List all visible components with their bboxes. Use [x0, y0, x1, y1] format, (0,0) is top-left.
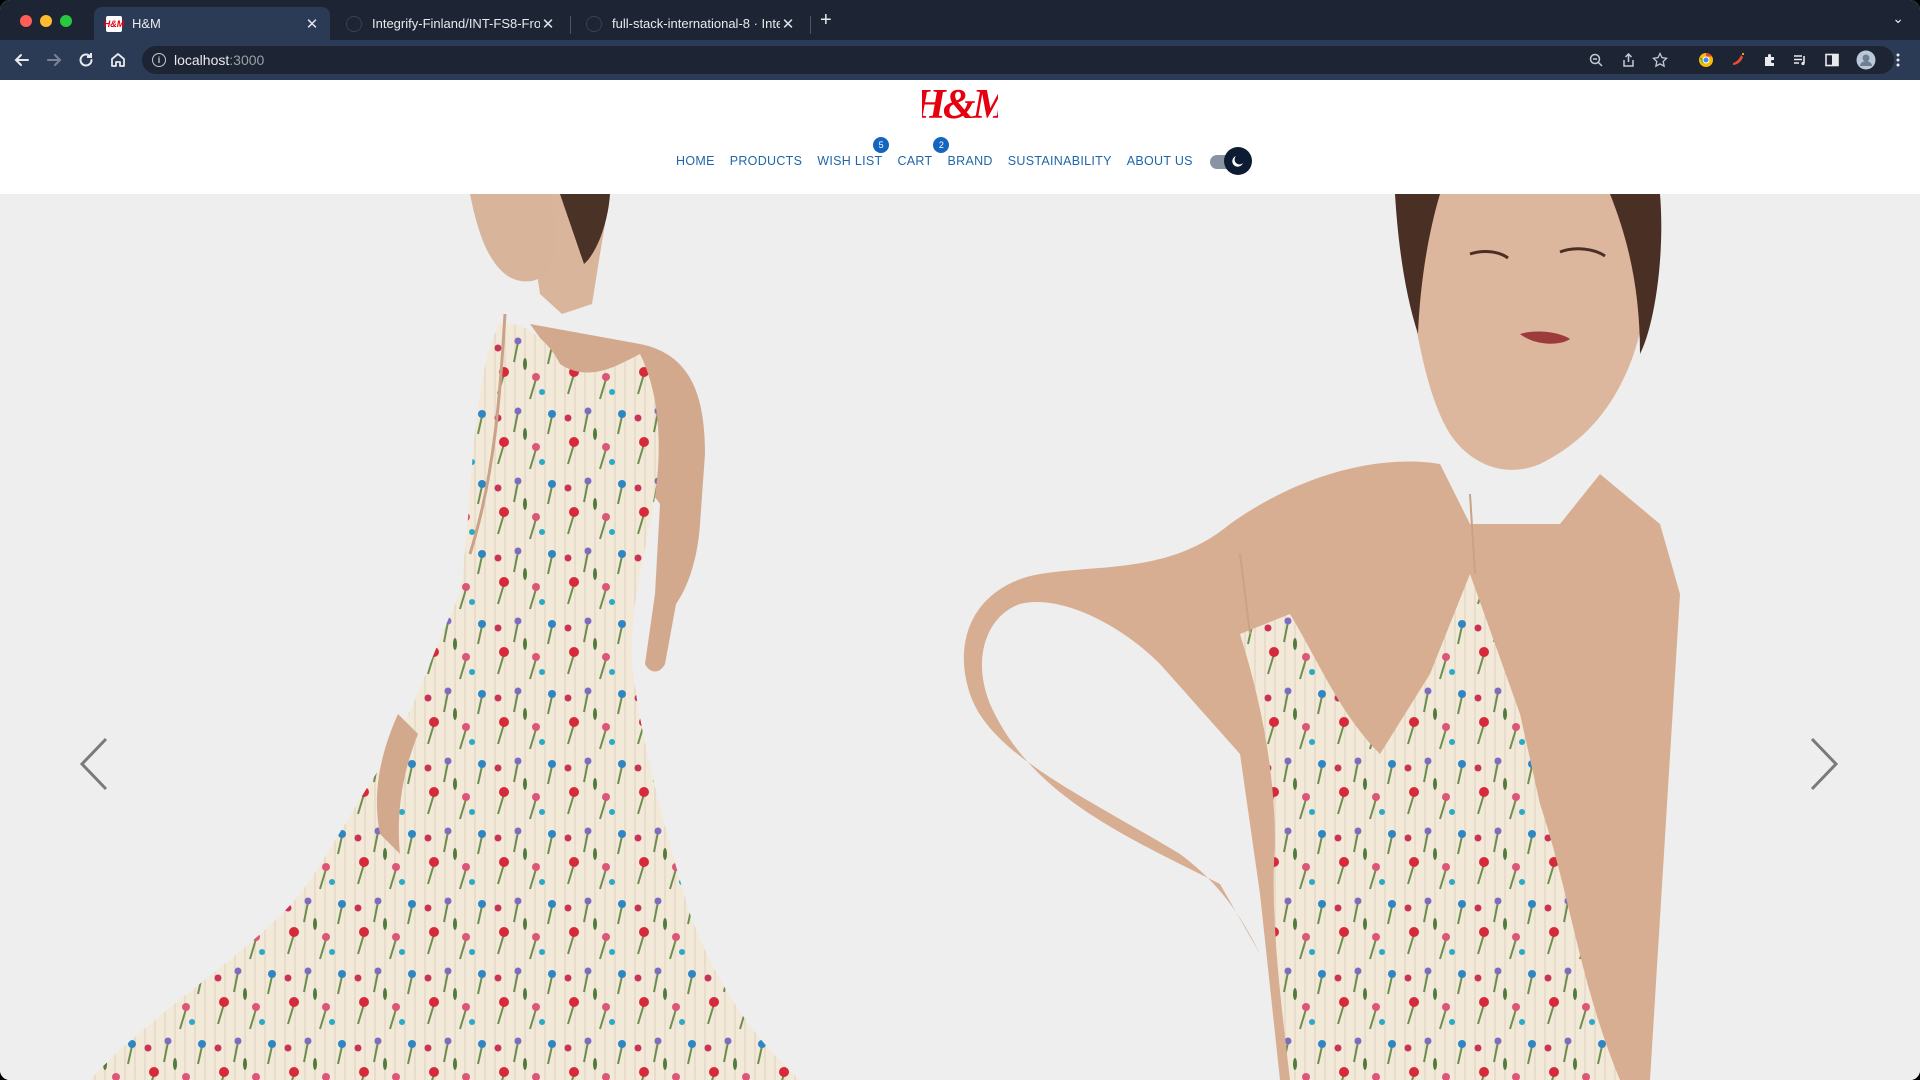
- wishlist-count-badge: 5: [873, 137, 890, 153]
- site-info-icon[interactable]: i: [152, 53, 166, 67]
- zoom-icon[interactable]: [1586, 50, 1606, 70]
- nav-products[interactable]: PRODUCTS: [730, 154, 803, 168]
- tab-divider: [570, 16, 571, 34]
- maximize-window-button[interactable]: [60, 15, 72, 27]
- extensions-puzzle-icon[interactable]: [1760, 50, 1780, 70]
- github-icon: [586, 15, 602, 32]
- minimize-window-button[interactable]: [40, 15, 52, 27]
- arrow-right-icon: [47, 54, 62, 66]
- logo-text: H&M: [922, 82, 998, 128]
- toggle-thumb: [1223, 147, 1252, 175]
- tab-search-chevron-icon[interactable]: ⌄: [1892, 10, 1904, 27]
- tab-title: H&M: [132, 16, 161, 31]
- nav-wishlist[interactable]: WISH LIST 5: [817, 137, 890, 168]
- close-tab-icon[interactable]: ✕: [304, 15, 320, 33]
- address-bar[interactable]: i localhost:3000: [142, 46, 1894, 74]
- home-button[interactable]: [106, 48, 130, 72]
- nav-brand[interactable]: BRAND: [947, 154, 992, 168]
- nav-cart-label: CART: [897, 154, 933, 168]
- media-playlist-icon[interactable]: [1790, 50, 1810, 70]
- share-icon[interactable]: [1618, 50, 1638, 70]
- model-right: [963, 194, 1680, 1080]
- github-icon: [346, 15, 362, 32]
- nav-sustainability[interactable]: SUSTAINABILITY: [1008, 154, 1112, 168]
- nav-cart[interactable]: CART 2: [897, 137, 950, 168]
- nav-wishlist-label: WISH LIST: [817, 154, 883, 168]
- hm-logo-icon: H&M: [104, 15, 124, 32]
- reload-icon: [79, 53, 93, 67]
- browser-window: H&M H&M ✕ Integrify-Finland/INT-FS8-Fron…: [0, 0, 1920, 1080]
- arrow-left-icon: [14, 54, 29, 66]
- tab-title: full-stack-international-8 · Inte: [612, 16, 780, 31]
- chevron-left-icon[interactable]: [76, 734, 116, 794]
- url-port: :3000: [229, 52, 265, 68]
- main-nav: HOME PRODUCTS WISH LIST 5 CART 2 BRAND S…: [676, 137, 1252, 175]
- profile-avatar[interactable]: [1856, 50, 1876, 70]
- hero-carousel: [0, 194, 1920, 1080]
- reload-button[interactable]: [74, 48, 98, 72]
- close-tab-icon[interactable]: ✕: [780, 15, 796, 33]
- tab-title: Integrify-Finland/INT-FS8-Fron: [372, 16, 540, 31]
- model-left: [90, 194, 800, 1080]
- cart-count-badge: 2: [933, 137, 950, 153]
- tab-divider: [810, 16, 811, 34]
- close-tab-icon[interactable]: ✕: [540, 15, 556, 33]
- url-host: localhost: [174, 52, 230, 68]
- browser-menu-icon[interactable]: [1888, 50, 1908, 70]
- tab-github-repo[interactable]: Integrify-Finland/INT-FS8-Fron ✕: [334, 7, 566, 40]
- tab-strip: H&M H&M ✕ Integrify-Finland/INT-FS8-Fron…: [0, 0, 1920, 40]
- chevron-right-icon[interactable]: [1802, 734, 1842, 794]
- browser-toolbar: i localhost:3000: [0, 40, 1920, 80]
- chrome-extension-icon[interactable]: [1696, 50, 1716, 70]
- hm-logo[interactable]: H&M: [922, 80, 998, 130]
- forward-button[interactable]: [42, 48, 66, 72]
- web-page: H&M HOME PRODUCTS WISH LIST 5 CART 2 BRA…: [0, 80, 1920, 1080]
- close-window-button[interactable]: [20, 15, 32, 27]
- address-url: localhost:3000: [174, 52, 264, 68]
- home-icon: [111, 53, 125, 67]
- theme-toggle[interactable]: [1208, 147, 1252, 175]
- back-button[interactable]: [10, 48, 34, 72]
- nav-home[interactable]: HOME: [676, 154, 715, 168]
- side-panel-icon[interactable]: [1822, 50, 1842, 70]
- tab-hm[interactable]: H&M H&M ✕: [94, 7, 330, 40]
- extension-pepper-icon[interactable]: [1728, 50, 1748, 70]
- moon-icon: [1232, 156, 1243, 167]
- new-tab-button[interactable]: +: [820, 10, 832, 30]
- tab-github-org[interactable]: full-stack-international-8 · Inte ✕: [574, 7, 806, 40]
- hero-image: [90, 194, 1680, 1080]
- site-header: H&M HOME PRODUCTS WISH LIST 5 CART 2 BRA…: [0, 80, 1920, 194]
- nav-about[interactable]: ABOUT US: [1127, 154, 1193, 168]
- bookmark-star-icon[interactable]: [1650, 50, 1670, 70]
